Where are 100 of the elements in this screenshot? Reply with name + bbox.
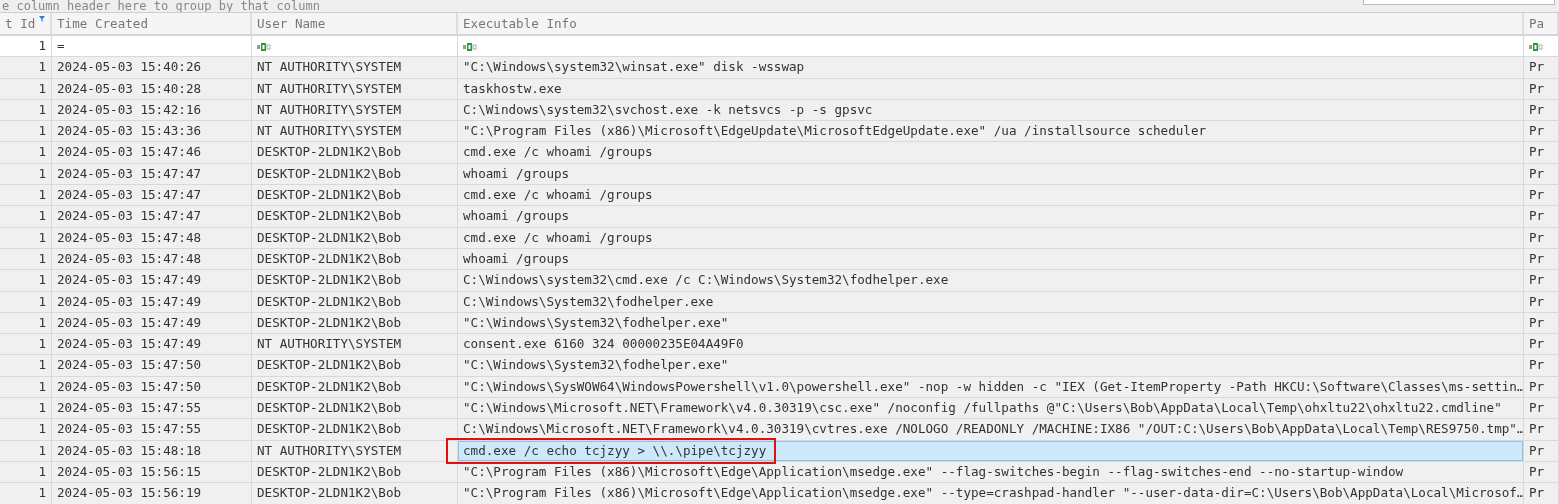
- table-cell: 1: [0, 419, 52, 440]
- table-cell: DESKTOP-2LDN1K2\Bob: [252, 419, 458, 440]
- table-cell: 2024-05-03 15:56:15: [52, 461, 252, 483]
- column-header[interactable]: Time Created: [52, 13, 252, 34]
- table-cell: 1: [0, 163, 52, 185]
- table-cell: Pr: [1524, 185, 1559, 206]
- table-cell: 2024-05-03 15:56:19: [52, 483, 252, 504]
- table-cell: Pr: [1524, 440, 1559, 461]
- table-cell: Pr: [1524, 483, 1559, 504]
- table-cell: 1: [0, 312, 52, 334]
- table-cell: DESKTOP-2LDN1K2\Bob: [252, 227, 458, 248]
- table-cell: NT AUTHORITY\SYSTEM: [252, 57, 458, 78]
- text-filter-icon[interactable]: [257, 42, 271, 51]
- table-cell: 1: [0, 334, 52, 355]
- table-cell: Pr: [1524, 270, 1559, 291]
- table-cell: DESKTOP-2LDN1K2\Bob: [252, 206, 458, 227]
- table-cell: "C:\Windows\system32\winsat.exe" disk -wsswap: [458, 57, 1524, 78]
- table-cell: 2024-05-03 15:47:47: [52, 185, 252, 206]
- table-cell: 2024-05-03 15:47:50: [52, 355, 252, 376]
- filter-field[interactable]: 1: [0, 36, 52, 57]
- table-cell: 1: [0, 99, 52, 121]
- table-cell: "C:\Program Files (x86)\Microsoft\Edge\Application\msedge.exe" --flag-switches-begin --flag-switches-end --no-startup-window: [458, 461, 1524, 483]
- table-cell: 2024-05-03 15:43:36: [52, 121, 252, 142]
- table-cell: Pr: [1524, 334, 1559, 355]
- table-cell: DESKTOP-2LDN1K2\Bob: [252, 291, 458, 312]
- table-cell: DESKTOP-2LDN1K2\Bob: [252, 398, 458, 419]
- table-cell: DESKTOP-2LDN1K2\Bob: [252, 483, 458, 504]
- table-cell: taskhostw.exe: [458, 78, 1524, 99]
- table-cell: Pr: [1524, 398, 1559, 419]
- column-header[interactable]: Pa: [1524, 13, 1559, 34]
- table-cell: Pr: [1524, 57, 1559, 78]
- table-cell: NT AUTHORITY\SYSTEM: [252, 78, 458, 99]
- table-cell: 1: [0, 440, 52, 461]
- table-cell: 2024-05-03 15:47:47: [52, 163, 252, 185]
- table-cell: Pr: [1524, 419, 1559, 440]
- table-cell: 2024-05-03 15:48:18: [52, 440, 252, 461]
- table-cell: Pr: [1524, 312, 1559, 334]
- table-cell: 2024-05-03 15:47:49: [52, 291, 252, 312]
- table-cell: 1: [0, 270, 52, 291]
- group-panel-hint: e column header here to group by that column: [1, 0, 320, 12]
- table-cell: 1: [0, 121, 52, 142]
- table-cell: Pr: [1524, 99, 1559, 121]
- search-field[interactable]: [1363, 0, 1555, 5]
- table-cell: 2024-05-03 15:47:49: [52, 312, 252, 334]
- table-cell: whoami /groups: [458, 248, 1524, 270]
- table-cell: DESKTOP-2LDN1K2\Bob: [252, 248, 458, 270]
- table-cell: DESKTOP-2LDN1K2\Bob: [252, 461, 458, 483]
- table-cell: Pr: [1524, 376, 1559, 398]
- table-cell: Pr: [1524, 142, 1559, 163]
- table-cell: "C:\Program Files (x86)\Microsoft\EdgeUpdate\MicrosoftEdgeUpdate.exe" /ua /installsource scheduler: [458, 121, 1524, 142]
- table-cell: 2024-05-03 15:47:49: [52, 334, 252, 355]
- table-cell: Pr: [1524, 291, 1559, 312]
- table-cell: NT AUTHORITY\SYSTEM: [252, 121, 458, 142]
- column-header[interactable]: Executable Info: [458, 13, 1524, 34]
- table-cell: C:\Windows\System32\fodhelper.exe: [458, 291, 1524, 312]
- table-cell: cmd.exe /c whoami /groups: [458, 227, 1524, 248]
- table-cell: NT AUTHORITY\SYSTEM: [252, 334, 458, 355]
- table-cell: NT AUTHORITY\SYSTEM: [252, 99, 458, 121]
- table-cell: DESKTOP-2LDN1K2\Bob: [252, 312, 458, 334]
- table-cell: 1: [0, 227, 52, 248]
- table-cell: Pr: [1524, 248, 1559, 270]
- table-cell: Pr: [1524, 206, 1559, 227]
- table-cell: 1: [0, 355, 52, 376]
- table-cell: 1: [0, 185, 52, 206]
- table-cell: 1: [0, 461, 52, 483]
- table-cell: 1: [0, 376, 52, 398]
- table-cell: DESKTOP-2LDN1K2\Bob: [252, 185, 458, 206]
- table-cell: Pr: [1524, 355, 1559, 376]
- table-cell: DESKTOP-2LDN1K2\Bob: [252, 355, 458, 376]
- table-cell: C:\Windows\system32\svchost.exe -k netsvcs -p -s gpsvc: [458, 99, 1524, 121]
- table-cell: 1: [0, 248, 52, 270]
- table-cell: 1: [0, 78, 52, 99]
- table-cell: "C:\Windows\System32\fodhelper.exe": [458, 312, 1524, 334]
- table-cell: C:\Windows\system32\cmd.exe /c C:\Windows\System32\fodhelper.exe: [458, 270, 1524, 291]
- filter-field[interactable]: =: [52, 36, 252, 57]
- table-cell: 2024-05-03 15:47:55: [52, 398, 252, 419]
- table-cell: Pr: [1524, 227, 1559, 248]
- table-cell: 2024-05-03 15:42:16: [52, 99, 252, 121]
- column-header[interactable]: User Name: [252, 13, 458, 34]
- table-cell: consent.exe 6160 324 00000235E04A49F0: [458, 334, 1524, 355]
- column-header[interactable]: t Id: [0, 13, 52, 34]
- table-cell: 2024-05-03 15:47:49: [52, 270, 252, 291]
- table-cell: 1: [0, 398, 52, 419]
- table-cell: 2024-05-03 15:47:50: [52, 376, 252, 398]
- table-cell: whoami /groups: [458, 206, 1524, 227]
- table-cell: 1: [0, 142, 52, 163]
- filter-icon[interactable]: [39, 16, 45, 22]
- table-cell: DESKTOP-2LDN1K2\Bob: [252, 376, 458, 398]
- table-cell: cmd.exe /c whoami /groups: [458, 185, 1524, 206]
- table-cell: whoami /groups: [458, 163, 1524, 185]
- table-cell: Pr: [1524, 461, 1559, 483]
- text-filter-icon[interactable]: [463, 42, 477, 51]
- table-cell: "C:\Windows\Microsoft.NET\Framework\v4.0.30319\csc.exe" /noconfig /fullpaths @"C:\Users\Bob\AppData\Local\Temp\ohxltu22\ohxltu22.cmdline": [458, 398, 1524, 419]
- text-filter-icon[interactable]: [1529, 42, 1543, 51]
- table-cell: cmd.exe /c whoami /groups: [458, 142, 1524, 163]
- table-cell: 1: [0, 206, 52, 227]
- table-cell: 2024-05-03 15:47:47: [52, 206, 252, 227]
- table-cell: 2024-05-03 15:47:55: [52, 419, 252, 440]
- table-cell: 2024-05-03 15:40:28: [52, 78, 252, 99]
- table-cell: Pr: [1524, 121, 1559, 142]
